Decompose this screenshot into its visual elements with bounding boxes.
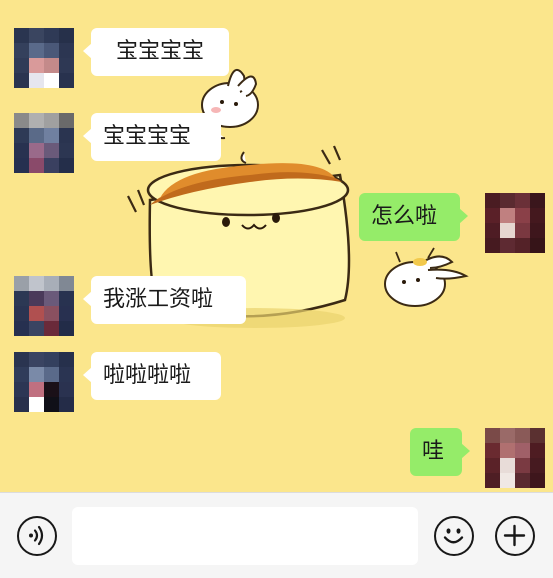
message-bubble-received[interactable]: 我涨工资啦	[83, 276, 246, 324]
message-input[interactable]	[72, 507, 418, 565]
message-bubble-sent[interactable]: 怎么啦	[359, 193, 468, 241]
my-avatar[interactable]	[485, 193, 545, 253]
message-bubble-received[interactable]: 宝宝宝宝	[83, 28, 229, 76]
add-button[interactable]	[495, 516, 535, 556]
message-bubble-sent[interactable]: 哇	[410, 428, 470, 476]
contact-avatar[interactable]	[14, 113, 74, 173]
voice-button[interactable]	[17, 516, 57, 556]
my-avatar[interactable]	[485, 428, 545, 488]
message-bubble-received[interactable]: 啦啦啦啦	[83, 352, 221, 400]
chat-wallpaper	[127, 68, 469, 328]
input-bar	[0, 492, 553, 578]
contact-avatar[interactable]	[14, 276, 74, 336]
voice-icon	[29, 525, 44, 546]
chat-area[interactable]: 宝宝宝宝 宝宝宝宝 怎么啦 我涨工资啦 啦啦啦啦 哇	[0, 0, 553, 492]
bunny-right-illustration	[384, 247, 469, 307]
message-bubble-received[interactable]: 宝宝宝宝	[83, 113, 221, 161]
contact-avatar[interactable]	[14, 28, 74, 88]
plus-icon	[503, 524, 526, 547]
emoji-icon	[443, 528, 464, 544]
contact-avatar[interactable]	[14, 352, 74, 412]
emoji-button[interactable]	[434, 516, 474, 556]
